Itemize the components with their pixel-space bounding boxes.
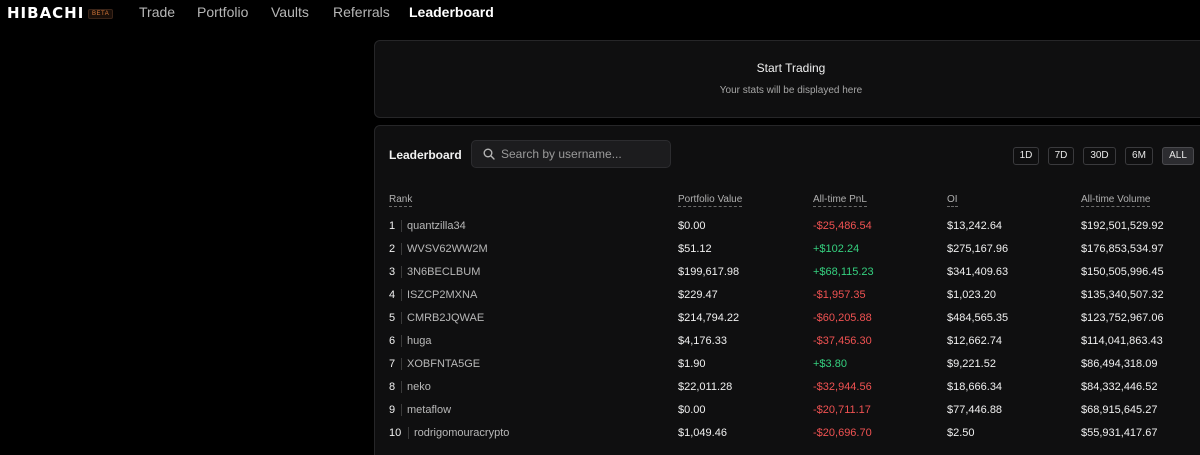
portfolio-value-cell: $51.12 [678,243,712,255]
portfolio-value-cell: $199,617.98 [678,266,740,278]
rank-cell: 4 [389,289,396,301]
column-header-portfolio-value[interactable]: Portfolio Value [678,194,743,207]
pnl-cell: -$1,957.35 [813,289,866,301]
oi-cell: $484,565.35 [947,312,1009,324]
column-header-rank[interactable]: Rank [389,194,413,207]
rank-cell: 1 [389,220,396,232]
top-nav: HIBACHI BETA Trade Portfolio Vaults Refe… [0,0,1200,26]
search-icon [483,148,495,160]
column-header-oi[interactable]: OI [947,194,958,207]
oi-cell: $2.50 [947,427,975,439]
portfolio-value-cell: $22,011.28 [678,381,733,393]
oi-cell: $18,666.34 [947,381,1003,393]
rank-cell: 9 [389,404,396,416]
nav-link-leaderboard[interactable]: Leaderboard [409,4,494,20]
logo[interactable]: HIBACHI [7,4,84,22]
nav-link-trade[interactable]: Trade [139,4,175,20]
table-row[interactable]: 2 WVSV62WW2M $51.12 +$102.24 $275,167.96… [375,239,1200,262]
volume-cell: $84,332,446.52 [1081,381,1158,393]
pnl-cell: +$102.24 [813,243,860,255]
table-row[interactable]: 1 quantzilla34 $0.00 -$25,486.54 $13,242… [375,216,1200,239]
pnl-cell: +$3.80 [813,358,847,370]
volume-cell: $114,041,863.43 [1081,335,1163,347]
range-button-1d[interactable]: 1D [1013,147,1039,165]
pnl-cell: -$37,456.30 [813,335,872,347]
portfolio-value-cell: $1,049.46 [678,427,727,439]
oi-cell: $13,242.64 [947,220,1003,232]
volume-cell: $55,931,417.67 [1081,427,1158,439]
oi-cell: $9,221.52 [947,358,996,370]
portfolio-value-cell: $214,794.22 [678,312,740,324]
stats-card: Start Trading Your stats will be display… [374,40,1200,118]
portfolio-value-cell: $0.00 [678,404,706,416]
stats-title: Start Trading [756,61,826,75]
range-button-all[interactable]: ALL [1162,147,1194,165]
username-cell[interactable]: ISZCP2MXNA [401,289,477,301]
portfolio-value-cell: $0.00 [678,220,706,232]
pnl-cell: -$20,696.70 [813,427,872,439]
table-row[interactable]: 4 ISZCP2MXNA $229.47 -$1,957.35 $1,023.2… [375,285,1200,308]
volume-cell: $150,505,996.45 [1081,266,1164,278]
table-row[interactable]: 8 neko $22,011.28 -$32,944.56 $18,666.34… [375,377,1200,400]
rank-cell: 2 [389,243,396,255]
username-cell[interactable]: quantzilla34 [401,220,466,232]
range-button-30d[interactable]: 30D [1083,147,1116,165]
username-cell[interactable]: WVSV62WW2M [401,243,488,255]
pnl-cell: -$25,486.54 [813,220,872,232]
table-row[interactable]: 3 3N6BECLBUM $199,617.98 +$68,115.23 $34… [375,262,1200,285]
pnl-cell: +$68,115.23 [813,266,874,278]
range-button-7d[interactable]: 7D [1048,147,1074,165]
table-row[interactable]: 9 metaflow $0.00 -$20,711.17 $77,446.88 … [375,400,1200,423]
table-row[interactable]: 10 rodrigomouracrypto $1,049.46 -$20,696… [375,423,1200,446]
nav-link-vaults[interactable]: Vaults [271,4,309,20]
rank-cell: 10 [389,427,402,439]
volume-cell: $135,340,507.32 [1081,289,1164,301]
username-cell[interactable]: CMRB2JQWAE [401,312,484,324]
rank-cell: 8 [389,381,396,393]
username-cell[interactable]: huga [401,335,431,347]
volume-cell: $176,853,534.97 [1081,243,1164,255]
nav-link-referrals[interactable]: Referrals [333,4,390,20]
volume-cell: $68,915,645.27 [1081,404,1158,416]
volume-cell: $192,501,529.92 [1081,220,1164,232]
oi-cell: $275,167.96 [947,243,1009,255]
rank-cell: 7 [389,358,396,370]
leaderboard-title: Leaderboard [389,148,462,162]
username-cell[interactable]: 3N6BECLBUM [401,266,480,278]
table-row[interactable]: 5 CMRB2JQWAE $214,794.22 -$60,205.88 $48… [375,308,1200,331]
username-cell[interactable]: rodrigomouracrypto [408,427,509,439]
oi-cell: $12,662.74 [947,335,1003,347]
stats-subtitle: Your stats will be displayed here [719,85,863,96]
search-box[interactable] [471,140,671,168]
column-header-pnl[interactable]: All-time PnL [813,194,867,207]
portfolio-value-cell: $1.90 [678,358,706,370]
rank-cell: 5 [389,312,396,324]
username-cell[interactable]: XOBFNTA5GE [401,358,480,370]
portfolio-value-cell: $229.47 [678,289,718,301]
column-header-volume[interactable]: All-time Volume [1081,194,1151,207]
app-root: HIBACHI BETA Trade Portfolio Vaults Refe… [0,0,1200,455]
leaderboard-panel: Leaderboard 1D 7D 30D 6M ALL Rank Portfo… [374,125,1200,455]
volume-cell: $86,494,318.09 [1081,358,1158,370]
pnl-cell: -$32,944.56 [813,381,872,393]
beta-badge: BETA [88,9,114,19]
nav-link-portfolio[interactable]: Portfolio [197,4,248,20]
range-button-6m[interactable]: 6M [1125,147,1153,165]
table-row[interactable]: 7 XOBFNTA5GE $1.90 +$3.80 $9,221.52 $86,… [375,354,1200,377]
oi-cell: $1,023.20 [947,289,996,301]
portfolio-value-cell: $4,176.33 [678,335,727,347]
rank-cell: 3 [389,266,396,278]
search-input[interactable] [501,145,661,163]
oi-cell: $77,446.88 [947,404,1003,416]
rank-cell: 6 [389,335,396,347]
pnl-cell: -$20,711.17 [813,404,871,416]
pnl-cell: -$60,205.88 [813,312,872,324]
username-cell[interactable]: metaflow [401,404,451,416]
username-cell[interactable]: neko [401,381,431,393]
oi-cell: $341,409.63 [947,266,1009,278]
volume-cell: $123,752,967.06 [1081,312,1164,324]
table-row[interactable]: 6 huga $4,176.33 -$37,456.30 $12,662.74 … [375,331,1200,354]
